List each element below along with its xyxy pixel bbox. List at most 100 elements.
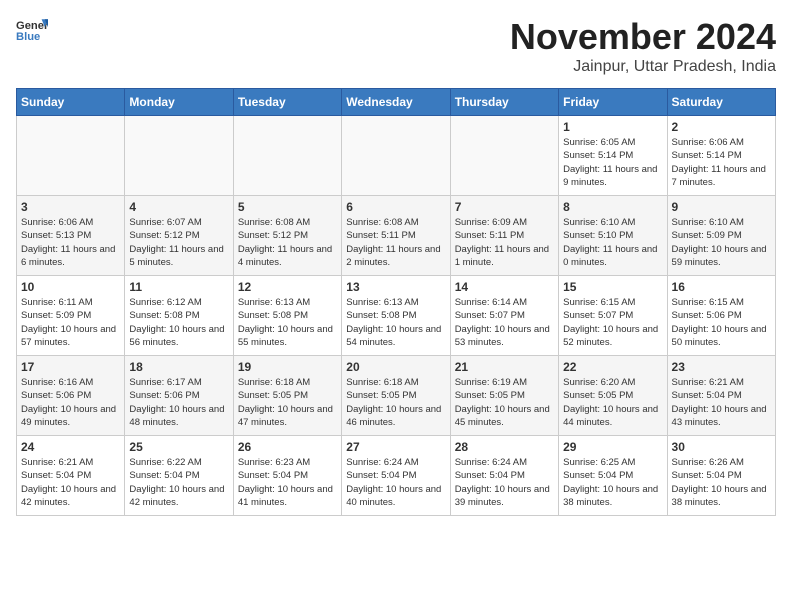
day-number: 19 [238,360,337,374]
day-info: Sunrise: 6:23 AM Sunset: 5:04 PM Dayligh… [238,456,337,509]
day-cell: 4 Sunrise: 6:07 AM Sunset: 5:12 PM Daylig… [125,196,233,276]
day-number: 28 [455,440,554,454]
col-header-wednesday: Wednesday [342,89,450,116]
day-cell [233,116,341,196]
day-number: 25 [129,440,228,454]
day-cell: 13 Sunrise: 6:13 AM Sunset: 5:08 PM Dayli… [342,276,450,356]
day-info: Sunrise: 6:11 AM Sunset: 5:09 PM Dayligh… [21,296,120,349]
logo: General Blue [16,16,48,44]
col-header-saturday: Saturday [667,89,775,116]
day-number: 16 [672,280,771,294]
day-number: 27 [346,440,445,454]
week-row-4: 17 Sunrise: 6:16 AM Sunset: 5:06 PM Dayli… [17,356,776,436]
day-number: 26 [238,440,337,454]
day-number: 17 [21,360,120,374]
day-cell: 12 Sunrise: 6:13 AM Sunset: 5:08 PM Dayli… [233,276,341,356]
day-cell: 19 Sunrise: 6:18 AM Sunset: 5:05 PM Dayli… [233,356,341,436]
day-info: Sunrise: 6:06 AM Sunset: 5:14 PM Dayligh… [672,136,771,189]
day-info: Sunrise: 6:06 AM Sunset: 5:13 PM Dayligh… [21,216,120,269]
day-cell [342,116,450,196]
day-number: 1 [563,120,662,134]
day-number: 4 [129,200,228,214]
day-info: Sunrise: 6:10 AM Sunset: 5:09 PM Dayligh… [672,216,771,269]
day-number: 21 [455,360,554,374]
day-cell: 5 Sunrise: 6:08 AM Sunset: 5:12 PM Daylig… [233,196,341,276]
day-info: Sunrise: 6:25 AM Sunset: 5:04 PM Dayligh… [563,456,662,509]
day-cell: 9Sunrise: 6:10 AM Sunset: 5:09 PM Daylig… [667,196,775,276]
day-cell: 23 Sunrise: 6:21 AM Sunset: 5:04 PM Dayli… [667,356,775,436]
day-info: Sunrise: 6:15 AM Sunset: 5:06 PM Dayligh… [672,296,771,349]
day-cell: 7 Sunrise: 6:09 AM Sunset: 5:11 PM Daylig… [450,196,558,276]
day-cell: 6 Sunrise: 6:08 AM Sunset: 5:11 PM Daylig… [342,196,450,276]
day-info: Sunrise: 6:08 AM Sunset: 5:11 PM Dayligh… [346,216,445,269]
day-cell: 11 Sunrise: 6:12 AM Sunset: 5:08 PM Dayli… [125,276,233,356]
day-info: Sunrise: 6:14 AM Sunset: 5:07 PM Dayligh… [455,296,554,349]
day-number: 24 [21,440,120,454]
logo-icon: General Blue [16,16,48,44]
day-cell: 8 Sunrise: 6:10 AM Sunset: 5:10 PM Daylig… [559,196,667,276]
day-number: 23 [672,360,771,374]
day-info: Sunrise: 6:24 AM Sunset: 5:04 PM Dayligh… [455,456,554,509]
day-number: 20 [346,360,445,374]
day-cell: 26 Sunrise: 6:23 AM Sunset: 5:04 PM Dayli… [233,436,341,516]
day-info: Sunrise: 6:08 AM Sunset: 5:12 PM Dayligh… [238,216,337,269]
day-number: 11 [129,280,228,294]
day-info: Sunrise: 6:22 AM Sunset: 5:04 PM Dayligh… [129,456,228,509]
day-cell: 21 Sunrise: 6:19 AM Sunset: 5:05 PM Dayli… [450,356,558,436]
day-number: 22 [563,360,662,374]
day-cell: 17 Sunrise: 6:16 AM Sunset: 5:06 PM Dayli… [17,356,125,436]
day-cell: 25 Sunrise: 6:22 AM Sunset: 5:04 PM Dayli… [125,436,233,516]
location-title: Jainpur, Uttar Pradesh, India [510,58,776,76]
title-area: November 2024 Jainpur, Uttar Pradesh, In… [510,16,776,76]
day-cell: 3 Sunrise: 6:06 AM Sunset: 5:13 PM Daylig… [17,196,125,276]
day-number: 5 [238,200,337,214]
day-number: 29 [563,440,662,454]
calendar-table: SundayMondayTuesdayWednesdayThursdayFrid… [16,88,776,516]
day-number: 12 [238,280,337,294]
header: General Blue November 2024 Jainpur, Utta… [16,16,776,76]
day-info: Sunrise: 6:19 AM Sunset: 5:05 PM Dayligh… [455,376,554,429]
day-info: Sunrise: 6:18 AM Sunset: 5:05 PM Dayligh… [238,376,337,429]
week-row-1: 1 Sunrise: 6:05 AM Sunset: 5:14 PM Daylig… [17,116,776,196]
day-info: Sunrise: 6:18 AM Sunset: 5:05 PM Dayligh… [346,376,445,429]
day-cell: 2 Sunrise: 6:06 AM Sunset: 5:14 PM Daylig… [667,116,775,196]
day-cell: 20 Sunrise: 6:18 AM Sunset: 5:05 PM Dayli… [342,356,450,436]
day-info: Sunrise: 6:09 AM Sunset: 5:11 PM Dayligh… [455,216,554,269]
day-number: 13 [346,280,445,294]
header-row: SundayMondayTuesdayWednesdayThursdayFrid… [17,89,776,116]
day-cell: 18Sunrise: 6:17 AM Sunset: 5:06 PM Dayli… [125,356,233,436]
col-header-friday: Friday [559,89,667,116]
day-number: 14 [455,280,554,294]
day-info: Sunrise: 6:20 AM Sunset: 5:05 PM Dayligh… [563,376,662,429]
day-info: Sunrise: 6:24 AM Sunset: 5:04 PM Dayligh… [346,456,445,509]
day-info: Sunrise: 6:26 AM Sunset: 5:04 PM Dayligh… [672,456,771,509]
day-info: Sunrise: 6:17 AM Sunset: 5:06 PM Dayligh… [129,376,228,429]
day-info: Sunrise: 6:21 AM Sunset: 5:04 PM Dayligh… [672,376,771,429]
day-info: Sunrise: 6:13 AM Sunset: 5:08 PM Dayligh… [238,296,337,349]
day-info: Sunrise: 6:16 AM Sunset: 5:06 PM Dayligh… [21,376,120,429]
week-row-2: 3 Sunrise: 6:06 AM Sunset: 5:13 PM Daylig… [17,196,776,276]
day-cell: 14 Sunrise: 6:14 AM Sunset: 5:07 PM Dayli… [450,276,558,356]
day-cell [17,116,125,196]
day-number: 15 [563,280,662,294]
day-info: Sunrise: 6:13 AM Sunset: 5:08 PM Dayligh… [346,296,445,349]
day-info: Sunrise: 6:12 AM Sunset: 5:08 PM Dayligh… [129,296,228,349]
col-header-sunday: Sunday [17,89,125,116]
day-cell: 30Sunrise: 6:26 AM Sunset: 5:04 PM Dayli… [667,436,775,516]
day-number: 2 [672,120,771,134]
week-row-5: 24Sunrise: 6:21 AM Sunset: 5:04 PM Dayli… [17,436,776,516]
day-info: Sunrise: 6:07 AM Sunset: 5:12 PM Dayligh… [129,216,228,269]
day-cell: 16 Sunrise: 6:15 AM Sunset: 5:06 PM Dayli… [667,276,775,356]
day-number: 8 [563,200,662,214]
col-header-tuesday: Tuesday [233,89,341,116]
day-info: Sunrise: 6:10 AM Sunset: 5:10 PM Dayligh… [563,216,662,269]
day-number: 7 [455,200,554,214]
day-cell: 27 Sunrise: 6:24 AM Sunset: 5:04 PM Dayli… [342,436,450,516]
day-number: 6 [346,200,445,214]
day-number: 3 [21,200,120,214]
month-title: November 2024 [510,16,776,58]
day-cell: 10Sunrise: 6:11 AM Sunset: 5:09 PM Dayli… [17,276,125,356]
day-info: Sunrise: 6:05 AM Sunset: 5:14 PM Dayligh… [563,136,662,189]
week-row-3: 10Sunrise: 6:11 AM Sunset: 5:09 PM Dayli… [17,276,776,356]
col-header-monday: Monday [125,89,233,116]
